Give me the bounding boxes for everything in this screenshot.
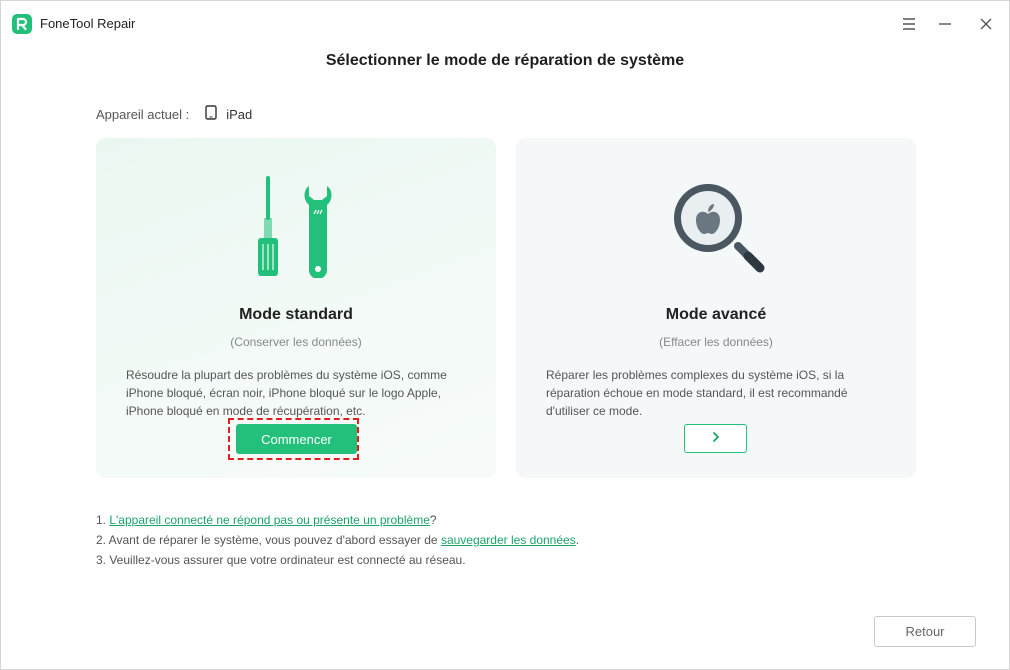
help-notes: 1. L'appareil connecté ne répond pas ou …: [96, 510, 579, 570]
tablet-icon: [205, 105, 217, 123]
fonetool-logo-icon: [12, 14, 32, 34]
close-icon[interactable]: [975, 13, 997, 35]
backup-data-link[interactable]: sauvegarder les données: [441, 533, 576, 547]
advanced-mode-description: Réparer les problèmes complexes du systè…: [546, 368, 848, 418]
note-3: 3. Veuillez-vous assurer que votre ordin…: [96, 553, 466, 567]
apple-magnifier-icon: [516, 174, 916, 283]
note-1: 1. L'appareil connecté ne répond pas ou …: [96, 513, 437, 527]
standard-mode-title: Mode standard: [239, 306, 353, 323]
page-title: Sélectionner le mode de réparation de sy…: [325, 52, 685, 69]
minimize-icon[interactable]: [934, 13, 956, 35]
back-button[interactable]: Retour: [874, 616, 976, 647]
standard-mode-description: Résoudre la plupart des problèmes du sys…: [126, 368, 447, 418]
title-bar: FoneTool Repair: [1, 1, 1009, 47]
standard-mode-card[interactable]: Mode standard (Conserver les données) Ré…: [96, 138, 496, 478]
current-device-row: Appareil actuel : iPad: [96, 105, 252, 123]
advanced-next-button[interactable]: [684, 424, 747, 453]
start-button[interactable]: Commencer: [236, 424, 357, 454]
advanced-mode-card[interactable]: Mode avancé (Effacer les données) Répare…: [516, 138, 916, 478]
note-2: 2. Avant de réparer le système, vous pou…: [96, 533, 580, 547]
chevron-right-icon: [710, 430, 722, 448]
menu-icon[interactable]: [898, 13, 920, 35]
device-not-responding-link[interactable]: L'appareil connecté ne répond pas ou pré…: [109, 513, 430, 527]
advanced-mode-title: Mode avancé: [665, 306, 767, 323]
advanced-mode-subtitle: (Effacer les données): [659, 335, 773, 349]
device-label: Appareil actuel :: [96, 106, 190, 122]
standard-mode-subtitle: (Conserver les données): [230, 335, 362, 349]
app-title: FoneTool Repair: [40, 16, 136, 31]
screwdriver-wrench-icon: [96, 174, 496, 283]
device-name: iPad: [226, 106, 253, 122]
app-window: FoneTool Repair Sélectionner le mode de …: [0, 0, 1010, 670]
